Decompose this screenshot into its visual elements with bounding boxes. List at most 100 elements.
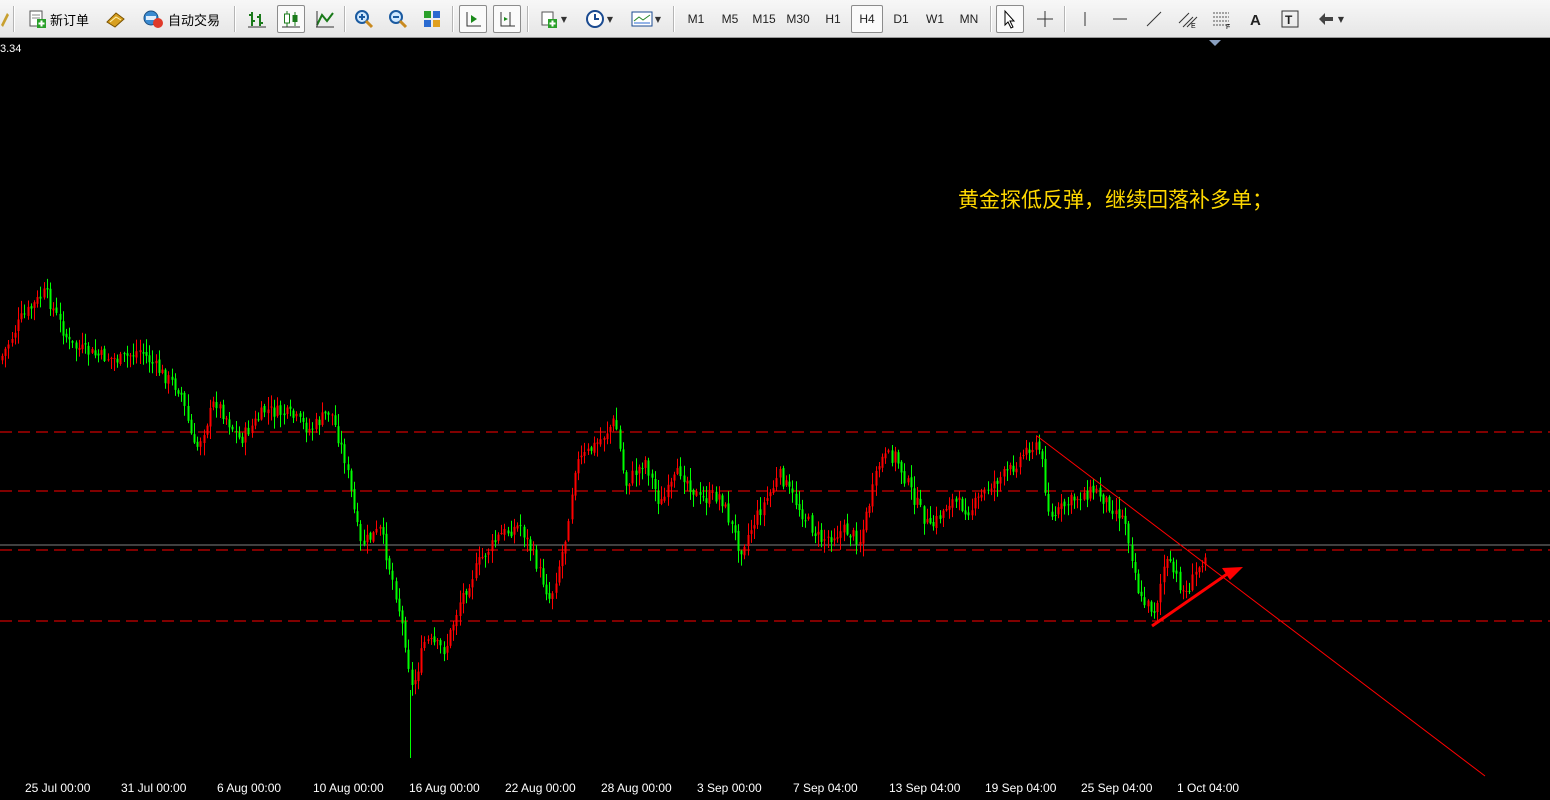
new-order-button[interactable]: 新订单 [20,5,96,33]
fibonacci-icon[interactable]: F [1208,5,1236,33]
timeframe-mn[interactable]: MN [953,5,985,33]
candle-body [785,480,788,486]
candle-body [811,515,814,533]
equidistant-channel-icon[interactable]: E [1174,5,1202,33]
candle-body [449,629,452,646]
candle-body [174,378,177,390]
price-chart[interactable] [0,38,1550,800]
bar-chart-icon[interactable] [243,5,271,33]
indicators-dropdown[interactable]: ▼ [533,5,573,33]
candle-body [817,531,820,535]
auto-scroll-icon[interactable] [459,5,487,33]
candle-body [670,481,673,487]
periods-dropdown[interactable]: ▼ [579,5,619,33]
candle-body [993,481,996,489]
candle-body [129,355,132,357]
candle-body [1108,496,1111,511]
chart-annotation: 黄金探低反弹，继续回落补多单； [958,188,1273,212]
candle-body [452,624,455,631]
horizontal-line-icon[interactable] [1106,5,1134,33]
candle-body [430,638,433,639]
candle-body [878,466,881,470]
candle-body [823,539,826,541]
candle-body [564,541,567,554]
text-icon[interactable]: A [1242,5,1270,33]
time-axis-label: 13 Sep 04:00 [889,781,961,795]
candle-body [1057,507,1060,515]
candle-body [167,375,170,384]
auto-trading-button[interactable]: 自动交易 [134,5,228,33]
market-watch-icon[interactable] [101,5,129,33]
time-axis-label: 25 Sep 04:00 [1081,781,1153,795]
candle-body [887,450,890,453]
candle-body [647,460,650,476]
candle-body [961,498,964,511]
timeframe-m1[interactable]: M1 [680,5,712,33]
candle-body [798,504,801,510]
timeframe-w1[interactable]: W1 [919,5,951,33]
crosshair-icon[interactable] [1031,5,1059,33]
candle-body [481,557,484,559]
timeframe-m15[interactable]: M15 [748,5,780,33]
time-axis-label: 19 Sep 04:00 [985,781,1057,795]
cursor-icon[interactable] [996,5,1024,33]
arrows-dropdown[interactable]: ▼ [1310,5,1350,33]
templates-dropdown[interactable]: ▼ [626,5,666,33]
candle-body [334,415,337,425]
zoom-out-icon[interactable] [384,5,412,33]
candlestick-chart-icon[interactable] [277,5,305,33]
timeframe-m5[interactable]: M5 [714,5,746,33]
timeframe-m30[interactable]: M30 [782,5,814,33]
candle-body [1083,492,1086,500]
candle-body [59,313,62,320]
candle-body [923,506,926,524]
timeframe-d1[interactable]: D1 [885,5,917,33]
candle-body [1076,498,1079,500]
candle-body [708,492,711,504]
candle-body [375,528,378,533]
timeframe-h4[interactable]: H4 [851,5,883,33]
line-chart-icon[interactable] [311,5,339,33]
candle-body [759,509,762,515]
candle-body [439,640,442,646]
candle-body [737,530,740,551]
chart-shift-marker [1209,40,1221,46]
candle-body [971,510,974,516]
candle-body [727,503,730,523]
candle-body [1,355,4,361]
timeframe-h1[interactable]: H1 [817,5,849,33]
zoom-in-icon[interactable] [350,5,378,33]
candle-body [17,319,20,331]
price-scale-label: 3.34 [0,43,22,55]
candle-body [551,593,554,599]
tile-windows-icon[interactable] [418,5,446,33]
trendline-icon[interactable] [1140,5,1168,33]
candle-body [510,531,513,537]
candle-body [507,530,510,534]
candle-body [903,471,906,484]
candle-body [599,439,602,445]
candle-body [411,669,414,685]
candle-body [881,456,884,468]
text-label-icon[interactable]: T [1276,5,1304,33]
chart-shift-icon[interactable] [493,5,521,33]
vertical-line-icon[interactable] [1071,5,1099,33]
candle-body [36,297,39,304]
candle-body [855,530,858,545]
pencil-icon[interactable] [0,5,10,33]
candle-body [612,418,615,427]
candle-body [1159,583,1162,603]
candle-body [478,557,481,565]
candle-body [657,490,660,504]
candle-body [33,302,36,308]
candle-body [347,464,350,471]
candle-body [372,532,375,542]
candle-body [987,489,990,491]
candle-body [622,449,625,471]
candle-body [1105,497,1108,503]
candle-body [417,671,420,682]
candle-body [171,376,174,380]
candle-body [180,392,183,395]
candle-body [779,469,782,478]
candle-body [519,525,522,527]
